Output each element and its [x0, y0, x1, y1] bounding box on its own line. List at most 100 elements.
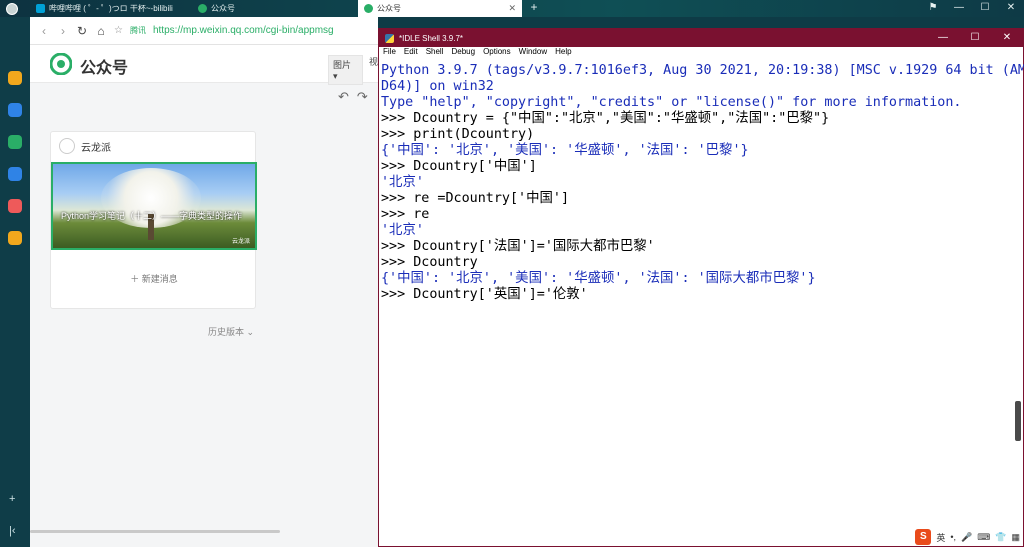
- tab-bilibili[interactable]: 哔哩哔哩 ( ゜- ゜)つロ 干杯~-bilibili: [30, 0, 179, 17]
- vertical-scrollbar[interactable]: [1015, 65, 1021, 441]
- collapse-icon[interactable]: |‹: [9, 525, 16, 537]
- shell-line: >>> Dcountry: [381, 255, 478, 270]
- minimize-button[interactable]: —: [927, 29, 959, 47]
- shell-line: D64)] on win32: [381, 79, 494, 94]
- keyboard-icon[interactable]: ⌨: [977, 532, 990, 543]
- grid-icon[interactable]: ▦: [1011, 532, 1020, 543]
- secure-label: 腾讯: [129, 26, 146, 35]
- browser-tab-bar: 哔哩哔哩 ( ゜- ゜)つロ 干杯~-bilibili 公众号 公众号 ✕ + …: [0, 0, 1024, 17]
- clock-icon[interactable]: [8, 103, 22, 117]
- idle-window-title: *IDLE Shell 3.9.7*: [399, 33, 464, 43]
- menu-options[interactable]: Options: [483, 47, 511, 60]
- maximize-button[interactable]: ☐: [959, 29, 991, 47]
- tab-label: 公众号: [377, 4, 401, 13]
- microphone-icon[interactable]: 🎤: [961, 532, 972, 543]
- wx-header: 公众号 图片 ▾ 视: [30, 45, 378, 85]
- browser-content: ‹ › ↻ ⌂ ☆ 腾讯 https://mp.weixin.qq.com/cg…: [30, 17, 378, 547]
- game-icon[interactable]: [8, 199, 22, 213]
- shell-line: '北京': [381, 223, 424, 238]
- star-icon[interactable]: [8, 71, 22, 85]
- tab-gongzhonghao-active[interactable]: 公众号 ✕: [358, 0, 522, 17]
- new-message-label: 新建消息: [141, 274, 178, 284]
- card-header: 云龙派: [59, 138, 111, 154]
- undo-icon[interactable]: ↶: [338, 89, 349, 105]
- article-card: 云龙派 Python学习笔记（十二）——字典类型的操作 云龙派 ＋ 新建消息: [50, 131, 257, 309]
- scrollbar-handle[interactable]: [1015, 401, 1021, 441]
- idle-menu-bar: File Edit Shell Debug Options Window Hel…: [379, 47, 1023, 60]
- wechat-icon[interactable]: [8, 135, 22, 149]
- shell-line: {'中国': '北京', '美国': '华盛顿', '法国': '巴黎'}: [381, 143, 749, 158]
- wechat-icon: [198, 4, 207, 13]
- sogou-ime-icon[interactable]: S: [915, 529, 932, 545]
- wechat-icon: [364, 4, 373, 13]
- shell-line: Python 3.9.7 (tags/v3.9.7:1016ef3, Aug 3…: [381, 63, 1024, 78]
- idle-title-bar: *IDLE Shell 3.9.7* — ☐ ✕: [379, 29, 1023, 47]
- home-icon[interactable]: ⌂: [95, 24, 107, 38]
- account-avatar: [59, 138, 75, 154]
- history-label: 历史版本: [208, 327, 245, 337]
- refresh-icon[interactable]: ↻: [76, 24, 88, 38]
- redo-icon[interactable]: ↷: [357, 89, 368, 105]
- maximize-button[interactable]: ☐: [972, 0, 998, 17]
- video-tool-button[interactable]: 视: [369, 55, 378, 85]
- shell-line: >>> Dcountry = {"中国":"北京","美国":"华盛顿","法国…: [381, 111, 830, 126]
- menu-window[interactable]: Window: [519, 47, 547, 60]
- menu-edit[interactable]: Edit: [404, 47, 418, 60]
- shell-line: >>> print(Dcountry): [381, 127, 535, 142]
- system-tray: S 英 •, 🎤 ⌨ 👕 ▦: [915, 529, 1020, 545]
- browser-window-controls: ⚑ — ☐ ✕: [920, 0, 1024, 17]
- new-tab-button[interactable]: +: [526, 0, 542, 17]
- plus-icon: ＋: [130, 274, 142, 284]
- add-icon[interactable]: +: [9, 493, 15, 505]
- close-button[interactable]: ✕: [991, 29, 1023, 47]
- shell-line: >>> Dcountry['法国']='国际大都市巴黎': [381, 239, 655, 254]
- desktop: 哔哩哔哩 ( ゜- ゜)つロ 干杯~-bilibili 公众号 公众号 ✕ + …: [0, 0, 1024, 547]
- shell-line: '北京': [381, 175, 424, 190]
- tab-label: 公众号: [211, 4, 235, 13]
- shell-text-area[interactable]: Python 3.9.7 (tags/v3.9.7:1016ef3, Aug 3…: [381, 63, 1024, 303]
- bookmark-star-icon[interactable]: ☆: [114, 25, 123, 36]
- bilibili-icon: [36, 4, 45, 13]
- editor-toolbar: 图片 ▾ 视: [328, 55, 378, 85]
- skin-icon[interactable]: 👕: [995, 532, 1006, 543]
- history-version-dropdown[interactable]: 历史版本 ⌄: [208, 325, 254, 338]
- close-button[interactable]: ✕: [998, 0, 1024, 17]
- idle-shell-window: *IDLE Shell 3.9.7* — ☐ ✕ File Edit Shell…: [378, 28, 1024, 547]
- new-message-button[interactable]: ＋ 新建消息: [51, 272, 257, 285]
- chevron-down-icon: ⌄: [246, 327, 255, 337]
- minimize-button[interactable]: —: [946, 0, 972, 17]
- python-icon: [385, 33, 394, 43]
- punctuation-icon[interactable]: •,: [950, 532, 956, 542]
- left-dock: + |‹: [0, 17, 30, 547]
- shell-line: >>> Dcountry['英国']='伦敦': [381, 287, 588, 302]
- shell-line: >>> re: [381, 207, 430, 222]
- horizontal-scrollbar[interactable]: [30, 530, 280, 533]
- address-bar: ‹ › ↻ ⌂ ☆ 腾讯 https://mp.weixin.qq.com/cg…: [30, 17, 378, 45]
- menu-help[interactable]: Help: [555, 47, 571, 60]
- account-name: 云龙派: [81, 142, 111, 154]
- shell-line: >>> re =Dcountry['中国']: [381, 191, 570, 206]
- shell-line: Type "help", "copyright", "credits" or "…: [381, 95, 962, 110]
- close-tab-icon[interactable]: ✕: [508, 3, 516, 14]
- url-input[interactable]: https://mp.weixin.qq.com/cgi-bin/appmsg: [153, 25, 334, 36]
- shell-line: {'中国': '北京', '美国': '华盛顿', '法国': '国际大都市巴黎…: [381, 271, 816, 286]
- article-cover[interactable]: Python学习笔记（十二）——字典类型的操作 云龙派: [51, 162, 257, 250]
- image-tool-button[interactable]: 图片 ▾: [328, 55, 363, 85]
- menu-shell[interactable]: Shell: [426, 47, 444, 60]
- menu-debug[interactable]: Debug: [451, 47, 475, 60]
- cover-badge: 云龙派: [231, 239, 250, 245]
- forward-icon[interactable]: ›: [57, 24, 69, 38]
- page-title: 公众号: [80, 60, 129, 77]
- idle-window-controls: — ☐ ✕: [927, 29, 1023, 47]
- upload-icon[interactable]: [8, 167, 22, 181]
- menu-file[interactable]: File: [383, 47, 396, 60]
- user-avatar[interactable]: [6, 3, 18, 15]
- back-icon[interactable]: ‹: [38, 24, 50, 38]
- gongzhonghao-logo-icon: [50, 53, 72, 75]
- tab-gongzhonghao[interactable]: 公众号: [192, 0, 241, 17]
- search-icon[interactable]: [8, 231, 22, 245]
- tab-label: 哔哩哔哩 ( ゜- ゜)つロ 干杯~-bilibili: [49, 4, 173, 13]
- menu-icon[interactable]: ⚑: [920, 0, 946, 17]
- shell-line: >>> Dcountry['中国']: [381, 159, 537, 174]
- ime-mode-label[interactable]: 英: [936, 531, 945, 544]
